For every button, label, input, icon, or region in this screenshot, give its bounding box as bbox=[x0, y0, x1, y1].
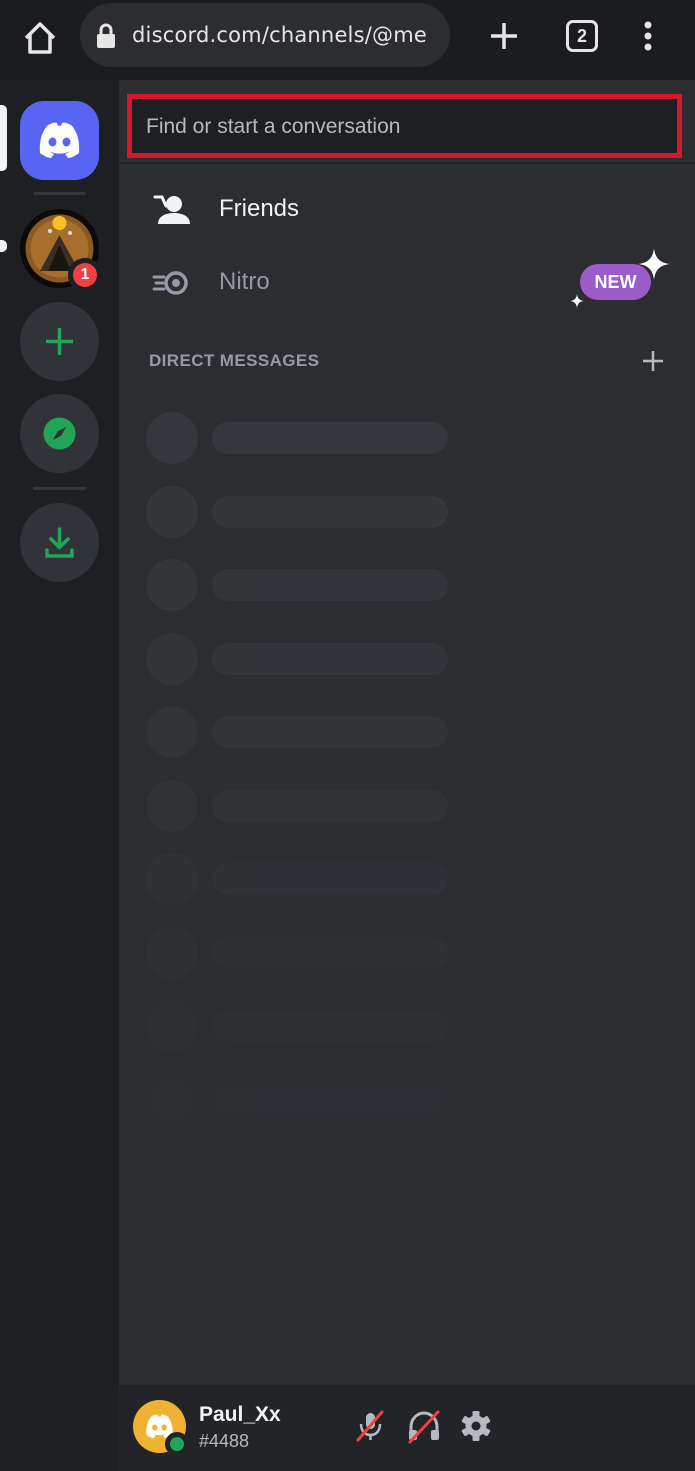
dm-placeholder-row bbox=[146, 779, 456, 832]
nitro-label: Nitro bbox=[219, 268, 270, 295]
dm-placeholder-row bbox=[146, 412, 456, 464]
explore-servers-button[interactable] bbox=[20, 394, 99, 473]
sparkle-icon bbox=[638, 248, 670, 280]
dm-placeholder-avatar bbox=[146, 1073, 198, 1126]
dm-placeholder-avatar bbox=[146, 485, 198, 538]
dm-placeholder-name bbox=[212, 569, 448, 601]
direct-messages-header: DIRECT MESSAGES bbox=[149, 351, 320, 370]
plus-icon bbox=[46, 328, 73, 355]
dm-placeholder-avatar bbox=[146, 779, 198, 832]
panel-divider bbox=[119, 162, 695, 164]
rail-separator bbox=[33, 487, 86, 490]
online-status-dot bbox=[165, 1432, 189, 1456]
mute-microphone-icon[interactable] bbox=[352, 1408, 388, 1444]
dm-placeholder-name bbox=[212, 422, 448, 454]
dm-placeholder-name bbox=[212, 1010, 448, 1042]
dm-placeholder-row bbox=[146, 853, 456, 905]
nitro-icon bbox=[152, 265, 192, 301]
dm-placeholder-avatar bbox=[146, 706, 198, 758]
dm-placeholder-row bbox=[146, 706, 456, 758]
friends-nav-item[interactable]: Friends bbox=[132, 180, 672, 240]
dm-placeholder-row bbox=[146, 1073, 456, 1126]
search-highlight-box bbox=[127, 94, 682, 158]
dm-placeholder-name bbox=[212, 1083, 448, 1116]
dm-placeholder-name bbox=[212, 863, 448, 895]
dm-placeholder-row bbox=[146, 559, 456, 611]
unread-badge: 1 bbox=[68, 258, 102, 292]
dm-placeholder-name bbox=[212, 936, 448, 969]
lock-icon bbox=[94, 23, 118, 49]
dm-placeholder-avatar bbox=[146, 412, 198, 464]
username: Paul_Xx bbox=[199, 1403, 281, 1426]
server-rail bbox=[0, 80, 119, 1471]
browser-toolbar: discord.com/channels/@me 2 bbox=[0, 0, 695, 80]
sparkle-small-icon bbox=[570, 294, 584, 308]
dm-placeholder-row bbox=[146, 632, 456, 685]
search-input[interactable] bbox=[146, 107, 666, 147]
download-apps-button[interactable] bbox=[20, 503, 99, 582]
dm-placeholder-avatar bbox=[146, 559, 198, 611]
dm-placeholder-name bbox=[212, 642, 448, 675]
download-icon bbox=[45, 527, 74, 558]
dm-placeholder-name bbox=[212, 789, 448, 822]
compass-icon bbox=[43, 417, 76, 450]
dm-placeholder-avatar bbox=[146, 632, 198, 685]
home-icon[interactable] bbox=[20, 18, 60, 58]
add-server-button[interactable] bbox=[20, 302, 99, 381]
dm-placeholder-row bbox=[146, 1000, 456, 1052]
discord-logo-icon bbox=[39, 122, 80, 158]
friends-label: Friends bbox=[219, 195, 300, 222]
dm-placeholder-avatar bbox=[146, 853, 198, 905]
url-text: discord.com/channels/@me bbox=[132, 23, 427, 47]
dm-placeholder-row bbox=[146, 485, 456, 538]
dm-placeholder-avatar bbox=[146, 926, 198, 979]
address-bar[interactable]: discord.com/channels/@me bbox=[80, 3, 450, 67]
selected-indicator bbox=[0, 105, 7, 171]
rail-separator bbox=[33, 192, 86, 195]
create-dm-plus-icon[interactable] bbox=[640, 348, 666, 374]
tab-switcher-button[interactable]: 2 bbox=[566, 20, 598, 52]
deafen-headphones-icon[interactable] bbox=[406, 1408, 442, 1444]
more-menu-icon[interactable] bbox=[636, 18, 660, 54]
user-tag: #4488 bbox=[199, 1431, 250, 1451]
new-tab-icon[interactable] bbox=[486, 18, 522, 54]
dm-placeholder-name bbox=[212, 495, 448, 528]
friends-icon bbox=[152, 192, 192, 228]
direct-messages-home-button[interactable] bbox=[20, 101, 99, 180]
user-settings-gear-icon[interactable] bbox=[458, 1408, 494, 1444]
dm-placeholder-row bbox=[146, 926, 456, 979]
dm-placeholder-avatar bbox=[146, 1000, 198, 1052]
dm-placeholder-name bbox=[212, 716, 448, 748]
